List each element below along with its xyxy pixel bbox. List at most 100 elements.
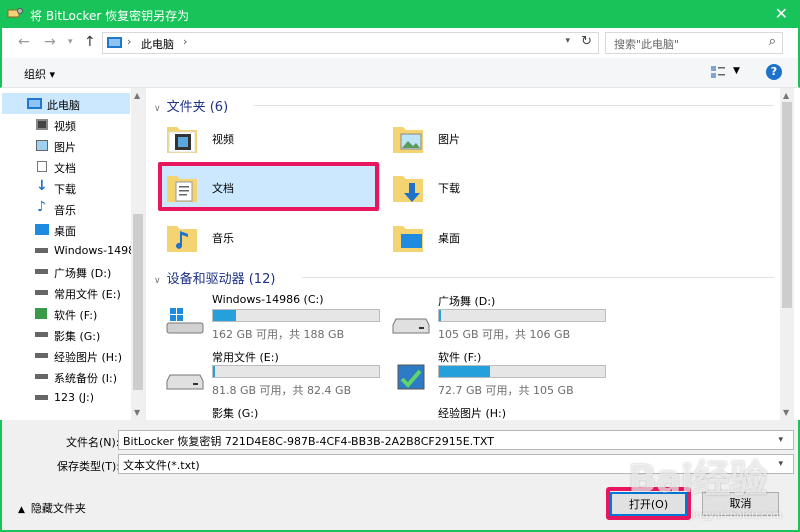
breadcrumb-separator-icon: ›	[127, 35, 132, 48]
drive-size: 162 GB 可用，共 188 GB	[212, 328, 345, 341]
computer-icon	[27, 98, 42, 109]
sidebar-item-this-pc[interactable]: 此电脑	[2, 93, 130, 114]
chevron-up-icon: ▲	[18, 505, 25, 515]
search-input[interactable]: 搜索"此电脑" ⌕	[605, 32, 783, 54]
refresh-icon[interactable]: ↻	[581, 34, 592, 49]
desktop-folder-icon	[393, 226, 423, 252]
sidebar-item-drive-e[interactable]: 常用文件 (E:)	[2, 282, 130, 303]
filename-dropdown-icon[interactable]: ▾	[778, 435, 783, 445]
drive-icon	[35, 374, 48, 379]
drive-icon	[35, 248, 48, 253]
sidebar-item-label: 图片	[54, 141, 76, 154]
sidebar-item-music[interactable]: ♪ 音乐	[2, 198, 130, 219]
devices-group-header[interactable]: ∨ 设备和驱动器 (12)	[154, 268, 774, 287]
folder-label: 图片	[438, 133, 460, 146]
drive-name: Windows-14986 (C:)	[212, 293, 324, 306]
sidebar-item-label: 广场舞 (D:)	[54, 267, 112, 280]
filename-value: BitLocker 恢复密钥 721D4E8C-987B-4CF4-BB3B-2…	[123, 435, 494, 448]
back-arrow-icon[interactable]: ←	[18, 34, 30, 50]
hide-folders-toggle[interactable]: ▲ 隐藏文件夹	[18, 500, 86, 516]
sidebar-item-drive-d[interactable]: 广场舞 (D:)	[2, 261, 130, 282]
scrollbar-thumb[interactable]	[133, 214, 143, 390]
forward-arrow-icon[interactable]: →	[44, 34, 56, 50]
collapse-chevron-icon[interactable]: ∨	[154, 104, 161, 114]
breadcrumb[interactable]: 此电脑	[141, 36, 174, 52]
help-icon[interactable]: ?	[766, 64, 782, 80]
sidebar-item-drive-f[interactable]: 软件 (F:)	[2, 303, 130, 324]
drive-usage-fill	[439, 310, 441, 321]
collapse-chevron-icon[interactable]: ∨	[154, 276, 161, 286]
drive-g[interactable]: 影集 (G:)	[166, 405, 392, 420]
address-box[interactable]: › 此电脑 › ▾ ↻	[102, 32, 599, 54]
filetype-dropdown-icon[interactable]: ▾	[778, 459, 783, 469]
file-list-pane: ∨ 文件夹 (6) 视频 图片 文档 下载 音乐 桌面 ∨ 设备和驱动器 (12…	[146, 88, 794, 420]
folder-desktop[interactable]: 桌面	[386, 214, 606, 260]
folders-group-header[interactable]: ∨ 文件夹 (6)	[154, 96, 774, 115]
folder-music[interactable]: 音乐	[160, 214, 380, 260]
sidebar-item-label: 视频	[54, 120, 76, 133]
recent-dropdown-icon[interactable]: ▾	[68, 37, 73, 47]
drive-name: 软件 (F:)	[438, 351, 482, 364]
sidebar-item-drive-c[interactable]: Windows-1498	[2, 240, 135, 261]
sidebar-item-label: 文档	[54, 162, 76, 175]
sidebar-item-label: 软件 (F:)	[54, 309, 98, 322]
key-icon	[7, 8, 23, 18]
drive-size: 72.7 GB 可用，共 105 GB	[438, 384, 574, 397]
drive-f[interactable]: 软件 (F:) 72.7 GB 可用，共 105 GB	[392, 349, 618, 401]
drive-c[interactable]: Windows-14986 (C:) 162 GB 可用，共 188 GB	[166, 293, 392, 345]
folder-label: 视频	[212, 133, 234, 146]
video-folder-icon	[167, 127, 197, 153]
drive-d[interactable]: 广场舞 (D:) 105 GB 可用，共 106 GB	[392, 293, 618, 345]
sidebar-item-drive-i[interactable]: 系统备份 (I:)	[2, 366, 130, 387]
organize-button[interactable]: 组织 ▾	[24, 66, 55, 82]
sidebar-item-label: 下载	[54, 183, 76, 196]
windows-drive-icon	[166, 308, 204, 334]
group-divider	[254, 105, 774, 106]
scroll-up-icon[interactable]: ▲	[783, 91, 789, 100]
drive-usage-bar	[438, 309, 606, 322]
address-dropdown-icon[interactable]: ▾	[565, 36, 570, 46]
download-folder-icon	[393, 176, 423, 202]
sidebar-item-label: Windows-1498	[54, 244, 136, 257]
scroll-down-icon[interactable]: ▼	[783, 408, 789, 417]
up-arrow-icon[interactable]: ↑	[84, 34, 96, 50]
sidebar-item-desktop[interactable]: 桌面	[2, 219, 130, 240]
sidebar-item-drive-h[interactable]: 经验图片 (H:)	[2, 345, 130, 366]
drive-h[interactable]: 经验图片 (H:)	[392, 405, 618, 420]
view-dropdown-icon[interactable]: ▼	[733, 66, 740, 76]
sidebar-item-label: 经验图片 (H:)	[54, 351, 123, 364]
drive-e[interactable]: 常用文件 (E:) 81.8 GB 可用，共 82.4 GB	[166, 349, 392, 401]
scroll-down-icon[interactable]: ▼	[134, 408, 140, 417]
sidebar-item-videos[interactable]: 视频	[2, 114, 130, 135]
folder-downloads[interactable]: 下载	[386, 164, 606, 210]
sidebar-item-drive-j[interactable]: 123 (J:)	[2, 387, 130, 408]
view-options-icon[interactable]	[710, 65, 726, 79]
scrollbar-thumb[interactable]	[782, 102, 792, 308]
folder-pictures[interactable]: 图片	[386, 115, 606, 161]
sidebar-item-documents[interactable]: 文档	[2, 156, 130, 177]
drive-name: 广场舞 (D:)	[438, 295, 496, 308]
title-bar: 将 BitLocker 恢复密钥另存为 ✕	[0, 0, 800, 28]
drive-usage-fill	[213, 366, 215, 377]
music-folder-icon	[167, 226, 197, 252]
scroll-up-icon[interactable]: ▲	[134, 91, 140, 100]
computer-icon	[107, 37, 122, 48]
filename-field[interactable]: BitLocker 恢复密钥 721D4E8C-987B-4CF4-BB3B-2…	[118, 430, 794, 450]
search-icon[interactable]: ⌕	[769, 34, 776, 49]
sidebar-item-drive-g[interactable]: 影集 (G:)	[2, 324, 130, 345]
desktop-icon	[35, 224, 49, 235]
group-title: 设备和驱动器 (12)	[166, 272, 276, 287]
sidebar-item-label: 此电脑	[47, 99, 80, 112]
drive-size: 105 GB 可用，共 106 GB	[438, 328, 571, 341]
sidebar-scrollbar[interactable]: ▲ ▼	[131, 88, 145, 420]
navigation-pane: 此电脑 视频 图片 文档 ↓ 下载 ♪ 音乐 桌面 Windows-1498 广…	[2, 88, 146, 420]
command-bar: 组织 ▾ ▼ ?	[0, 58, 800, 88]
sidebar-item-label: 桌面	[54, 225, 76, 238]
sidebar-item-pictures[interactable]: 图片	[2, 135, 130, 156]
folder-videos[interactable]: 视频	[160, 115, 380, 161]
content-scrollbar[interactable]: ▲ ▼	[780, 88, 794, 420]
sidebar-item-downloads[interactable]: ↓ 下载	[2, 177, 130, 198]
filetype-label: 保存类型(T):	[57, 460, 121, 473]
drive-usage-bar	[438, 365, 606, 378]
close-icon[interactable]: ✕	[775, 4, 788, 23]
